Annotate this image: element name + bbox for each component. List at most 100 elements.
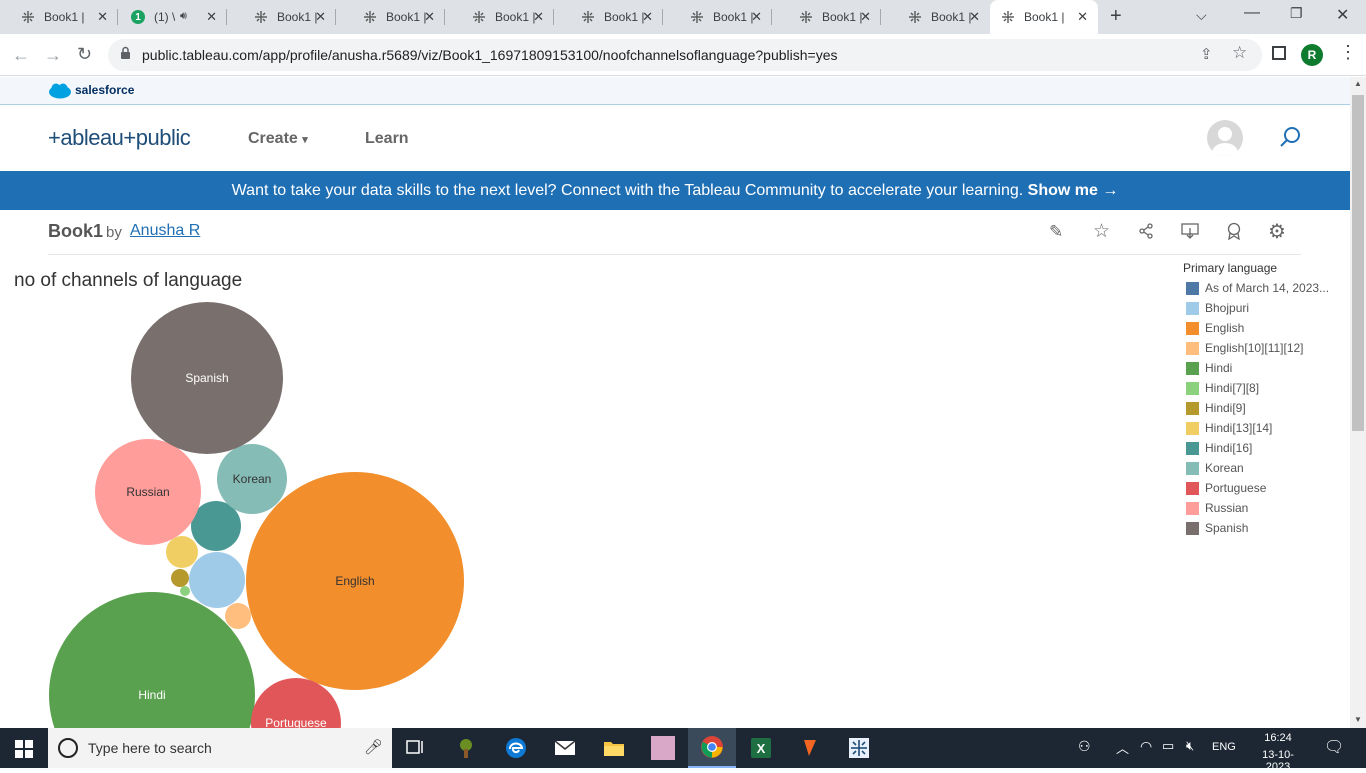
- notifications-icon[interactable]: 🗨︎: [1324, 737, 1344, 757]
- tableau-icon: [471, 9, 487, 25]
- star-icon[interactable]: ☆: [1232, 43, 1247, 63]
- browser-tab[interactable]: Book1 | ✕: [336, 0, 445, 34]
- taskbar-search[interactable]: Type here to search 🎤︎: [48, 728, 392, 768]
- wifi-icon[interactable]: ◠: [1140, 738, 1152, 755]
- salesforce-label[interactable]: salesforce: [75, 83, 134, 97]
- legend-swatch: [1186, 481, 1199, 495]
- bubble-label: Korean: [233, 472, 272, 486]
- chrome-icon[interactable]: [688, 728, 736, 768]
- new-tab-icon[interactable]: +: [1110, 5, 1122, 28]
- download-icon[interactable]: [1181, 223, 1199, 244]
- people-icon[interactable]: ⚇: [1078, 738, 1091, 755]
- battery-icon[interactable]: ▭: [1162, 738, 1174, 754]
- legend-item[interactable]: English[10][11][12]: [1186, 340, 1304, 356]
- bubble-mark[interactable]: [166, 536, 198, 568]
- close-tab-icon[interactable]: ✕: [315, 9, 326, 25]
- legend-item[interactable]: Hindi: [1186, 360, 1232, 376]
- profile-avatar[interactable]: R: [1301, 44, 1323, 66]
- browser-tab[interactable]: Book1 | ✕: [772, 0, 881, 34]
- menu-icon[interactable]: ⋮: [1339, 42, 1357, 63]
- show-me-link[interactable]: Show me →: [1028, 182, 1119, 199]
- side-panel-icon[interactable]: [1272, 46, 1286, 60]
- reload-icon[interactable]: ↻: [77, 44, 92, 65]
- close-tab-icon[interactable]: ✕: [642, 9, 653, 25]
- legend-item[interactable]: As of March 14, 2023...: [1186, 280, 1329, 296]
- bubble-mark[interactable]: [49, 592, 255, 728]
- close-tab-icon[interactable]: ✕: [97, 9, 108, 25]
- legend-item[interactable]: Russian: [1186, 500, 1248, 516]
- tableau-icon: [253, 9, 269, 25]
- browser-tab[interactable]: Book1 | ✕: [0, 0, 118, 34]
- tab-search-icon[interactable]: ⌵: [1196, 7, 1207, 24]
- speaker-icon[interactable]: 🔊︎: [180, 10, 187, 23]
- close-tab-icon[interactable]: ✕: [533, 9, 544, 25]
- browser-tab-active[interactable]: Book1 | ✕: [990, 0, 1098, 34]
- close-tab-icon[interactable]: ✕: [751, 9, 762, 25]
- tableau-public-logo[interactable]: +ableau+public: [48, 125, 191, 151]
- bubble-mark[interactable]: [180, 586, 190, 596]
- browser-tab[interactable]: Book1 | ✕: [227, 0, 336, 34]
- edge-icon[interactable]: [492, 728, 540, 768]
- favorite-star-icon[interactable]: ☆: [1093, 220, 1110, 243]
- nav-learn[interactable]: Learn: [365, 130, 409, 148]
- author-link[interactable]: Anusha R: [130, 222, 200, 240]
- scroll-up-icon[interactable]: ▲: [1354, 79, 1362, 88]
- legend-item[interactable]: Korean: [1186, 460, 1244, 476]
- badge-award-icon[interactable]: [1226, 222, 1242, 245]
- legend-item[interactable]: English: [1186, 320, 1244, 336]
- close-tab-icon[interactable]: ✕: [424, 9, 435, 25]
- back-icon[interactable]: ←: [12, 45, 30, 66]
- legend-item[interactable]: Hindi[9]: [1186, 400, 1246, 416]
- scroll-down-icon[interactable]: ▼: [1354, 715, 1362, 724]
- restore-icon[interactable]: ❐: [1290, 5, 1303, 22]
- forward-icon[interactable]: →: [44, 45, 62, 66]
- clock-date[interactable]: 13-10-2023: [1250, 749, 1306, 773]
- browser-tab[interactable]: Book1 | ✕: [663, 0, 772, 34]
- chevron-up-icon[interactable]: ︿: [1116, 738, 1129, 757]
- bubble-mark[interactable]: [225, 603, 251, 629]
- tableau-app-icon[interactable]: [835, 728, 883, 768]
- community-banner[interactable]: Want to take your data skills to the nex…: [0, 171, 1350, 210]
- legend-item[interactable]: Hindi[13][14]: [1186, 420, 1272, 436]
- clock-time[interactable]: 16:24: [1250, 732, 1306, 744]
- microphone-icon[interactable]: 🎤︎: [364, 738, 383, 756]
- edit-icon[interactable]: ✎: [1049, 222, 1063, 242]
- task-view-icon[interactable]: [392, 728, 440, 768]
- lock-icon[interactable]: [120, 46, 131, 65]
- scrollbar-thumb[interactable]: [1352, 95, 1364, 431]
- user-avatar-icon[interactable]: [1207, 120, 1243, 156]
- browser-tab[interactable]: Book1 | ✕: [445, 0, 554, 34]
- close-tab-icon[interactable]: ✕: [206, 9, 217, 25]
- mail-icon[interactable]: [541, 728, 589, 768]
- close-tab-icon[interactable]: ✕: [969, 9, 980, 25]
- language-indicator[interactable]: ENG: [1212, 741, 1236, 753]
- bubble-mark[interactable]: [189, 552, 245, 608]
- settings-gear-icon[interactable]: ⚙: [1268, 219, 1286, 244]
- legend-item[interactable]: Spanish: [1186, 520, 1248, 536]
- photo-app-icon[interactable]: [442, 728, 490, 768]
- app-orange-icon[interactable]: [786, 728, 834, 768]
- volume-muted-icon[interactable]: 🔇︎: [1186, 738, 1194, 754]
- excel-icon[interactable]: X: [737, 728, 785, 768]
- bubble-mark[interactable]: [171, 569, 189, 587]
- search-icon[interactable]: [1278, 125, 1302, 154]
- legend-item[interactable]: Bhojpuri: [1186, 300, 1249, 316]
- legend-item[interactable]: Portuguese: [1186, 480, 1266, 496]
- close-window-icon[interactable]: ✕: [1336, 5, 1349, 25]
- legend-item[interactable]: Hindi[7][8]: [1186, 380, 1259, 396]
- share-icon[interactable]: [1138, 223, 1154, 244]
- photo-thumbnail-icon[interactable]: [639, 728, 687, 768]
- browser-tab[interactable]: Book1 | ✕: [554, 0, 663, 34]
- address-bar[interactable]: public.tableau.com/app/profile/anusha.r5…: [108, 39, 1262, 71]
- share-icon[interactable]: ⇪: [1200, 45, 1213, 63]
- minimize-icon[interactable]: —: [1244, 4, 1260, 22]
- close-tab-icon[interactable]: ✕: [860, 9, 871, 25]
- close-tab-icon[interactable]: ✕: [1077, 9, 1088, 25]
- browser-tab[interactable]: Book1 | ✕: [881, 0, 990, 34]
- browser-tab[interactable]: 1 (1) \ 🔊︎ ✕: [118, 0, 227, 34]
- file-explorer-icon[interactable]: [590, 728, 638, 768]
- nav-create[interactable]: Create ▾: [248, 130, 308, 148]
- legend-item[interactable]: Hindi[16]: [1186, 440, 1252, 456]
- windows-start-icon[interactable]: [15, 740, 33, 763]
- page-scrollbar[interactable]: ▲ ▼: [1350, 77, 1366, 728]
